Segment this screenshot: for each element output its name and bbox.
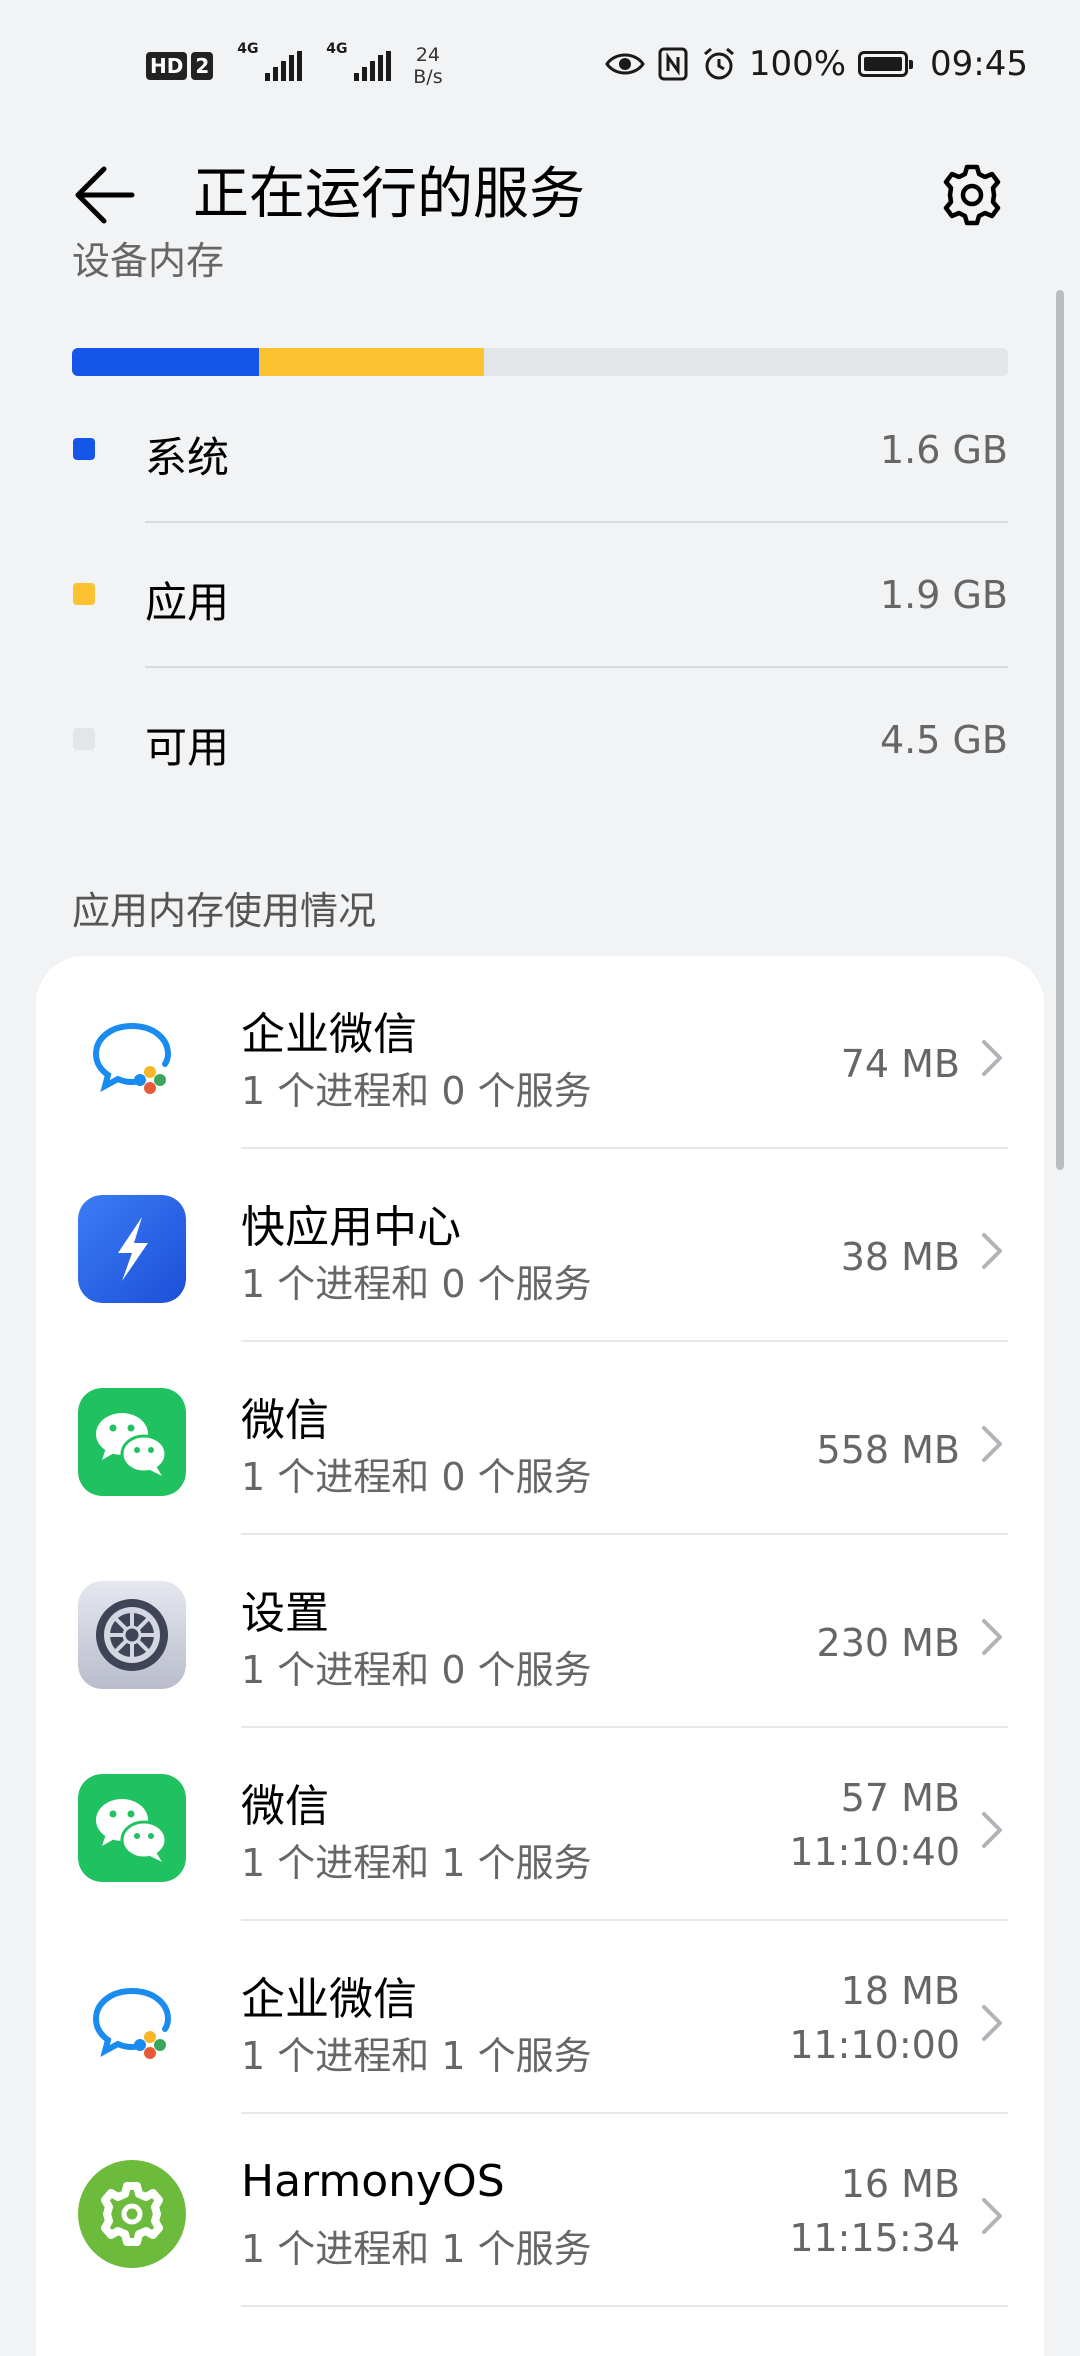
legend-row-free: 可用 4.5 GB bbox=[0, 670, 1080, 815]
status-right: 100% 09:45 bbox=[605, 44, 1028, 84]
app-memory-section-title: 应用内存使用情况 bbox=[72, 889, 377, 933]
app-process-info: 1 个进程和 0 个服务 bbox=[241, 1648, 592, 1692]
legend-name: 系统 bbox=[145, 433, 230, 482]
app-run-time: 11:10:40 bbox=[789, 1830, 960, 1874]
battery-icon bbox=[858, 51, 914, 77]
app-process-info: 1 个进程和 0 个服务 bbox=[241, 1262, 592, 1306]
app-name: 企业微信 bbox=[241, 1974, 417, 2025]
arrow-left-icon[interactable] bbox=[70, 160, 140, 230]
battery-percent: 100% bbox=[748, 44, 847, 84]
app-process-info: 1 个进程和 0 个服务 bbox=[241, 1069, 592, 1113]
app-name: 设置 bbox=[241, 1588, 329, 1639]
app-memory-size: 57 MB bbox=[840, 1776, 960, 1820]
app-process-info: 1 个进程和 0 个服务 bbox=[241, 1455, 592, 1499]
network-speed-unit: B/s bbox=[413, 66, 443, 88]
list-item[interactable]: 设置 1 个进程和 0 个服务 230 MB bbox=[36, 1535, 1044, 1728]
list-item[interactable]: 微信 1 个进程和 0 个服务 558 MB bbox=[36, 1342, 1044, 1535]
sim-badge: 2 bbox=[191, 52, 214, 80]
chevron-right-icon bbox=[982, 1426, 1002, 1462]
list-item[interactable]: 企业微信 1 个进程和 0 个服务 74 MB bbox=[36, 956, 1044, 1149]
status-bar: HD 2 4G 4G 24 B/s 100% 09:45 bbox=[0, 0, 1080, 130]
wecom-icon bbox=[92, 1988, 172, 2059]
wechat-icon bbox=[78, 1388, 186, 1496]
chevron-right-icon bbox=[982, 2198, 1002, 2234]
app-memory-size: 38 MB bbox=[840, 1235, 960, 1279]
chevron-right-icon bbox=[982, 1233, 1002, 1269]
app-list-card: 企业微信 1 个进程和 0 个服务 74 MB 快应用中心 1 个进程和 0 个… bbox=[36, 956, 1044, 2356]
legend-value: 1.9 GB bbox=[879, 573, 1008, 617]
wecom-icon bbox=[92, 1023, 172, 1094]
legend-row-system: 系统 1.6 GB bbox=[0, 380, 1080, 525]
settings-app-icon bbox=[78, 1581, 186, 1689]
divider bbox=[241, 2305, 1008, 2307]
app-process-info: 1 个进程和 1 个服务 bbox=[241, 1841, 592, 1885]
memory-bar-apps bbox=[259, 348, 484, 376]
page-title: 正在运行的服务 bbox=[193, 162, 585, 227]
status-left: HD 2 4G 4G 24 B/s bbox=[146, 41, 443, 88]
scrollbar[interactable] bbox=[1056, 290, 1064, 1170]
legend-name: 可用 bbox=[145, 723, 230, 772]
app-memory-size: 230 MB bbox=[816, 1621, 960, 1665]
app-name: HarmonyOS bbox=[241, 2156, 505, 2207]
list-item[interactable]: 快应用中心 1 个进程和 0 个服务 38 MB bbox=[36, 1149, 1044, 1342]
eye-icon bbox=[605, 53, 645, 75]
quick-app-icon bbox=[78, 1195, 186, 1303]
app-name: 快应用中心 bbox=[241, 1202, 461, 1253]
app-memory-size: 16 MB bbox=[840, 2162, 960, 2206]
app-name: 微信 bbox=[241, 1395, 329, 1446]
app-process-info: 1 个进程和 1 个服务 bbox=[241, 2034, 592, 2078]
memory-section-label: 设备内存 bbox=[72, 239, 225, 278]
list-item[interactable]: 企业微信 1 个进程和 1 个服务 18 MB 11:10:00 bbox=[36, 1921, 1044, 2114]
app-memory-size: 18 MB bbox=[840, 1969, 960, 2013]
legend-value: 4.5 GB bbox=[879, 718, 1008, 762]
signal-icon-2: 4G bbox=[326, 41, 392, 81]
alarm-icon bbox=[703, 47, 734, 80]
chevron-right-icon bbox=[982, 1040, 1002, 1076]
legend-name: 应用 bbox=[145, 578, 230, 627]
hd-badge: HD bbox=[146, 52, 188, 80]
legend-dot-apps bbox=[73, 583, 95, 605]
app-process-info: 1 个进程和 1 个服务 bbox=[241, 2227, 592, 2271]
network-speed-value: 24 bbox=[415, 44, 441, 66]
app-memory-size: 74 MB bbox=[840, 1042, 960, 1086]
chevron-right-icon bbox=[982, 2005, 1002, 2041]
memory-bar-system bbox=[72, 348, 260, 376]
app-run-time: 11:10:00 bbox=[789, 2023, 960, 2067]
list-item[interactable]: 微信 1 个进程和 1 个服务 57 MB 11:10:40 bbox=[36, 1728, 1044, 1921]
app-name: 企业微信 bbox=[241, 1009, 417, 1060]
chevron-right-icon bbox=[982, 1812, 1002, 1848]
app-run-time: 11:15:34 bbox=[789, 2216, 960, 2260]
network-type-label-2: 4G bbox=[326, 41, 348, 57]
nfc-icon bbox=[658, 47, 688, 81]
legend-dot-system bbox=[73, 438, 95, 460]
app-memory-size: 558 MB bbox=[816, 1428, 960, 1472]
legend-row-apps: 应用 1.9 GB bbox=[0, 525, 1080, 670]
network-type-label: 4G bbox=[237, 41, 259, 57]
divider bbox=[145, 666, 1008, 668]
wechat-icon bbox=[78, 1774, 186, 1882]
memory-usage-bar bbox=[72, 348, 1008, 376]
signal-icon: 4G bbox=[237, 41, 303, 81]
network-speed: 24 B/s bbox=[413, 44, 442, 88]
gear-icon[interactable] bbox=[940, 163, 1004, 227]
legend-dot-free bbox=[73, 728, 95, 750]
app-name: 微信 bbox=[241, 1781, 329, 1832]
divider bbox=[145, 521, 1008, 523]
legend-value: 1.6 GB bbox=[879, 428, 1008, 472]
harmonyos-icon bbox=[78, 2160, 186, 2268]
list-item[interactable]: HarmonyOS 1 个进程和 1 个服务 16 MB 11:15:34 bbox=[36, 2114, 1044, 2307]
chevron-right-icon bbox=[982, 1619, 1002, 1655]
clock: 09:45 bbox=[930, 44, 1028, 84]
